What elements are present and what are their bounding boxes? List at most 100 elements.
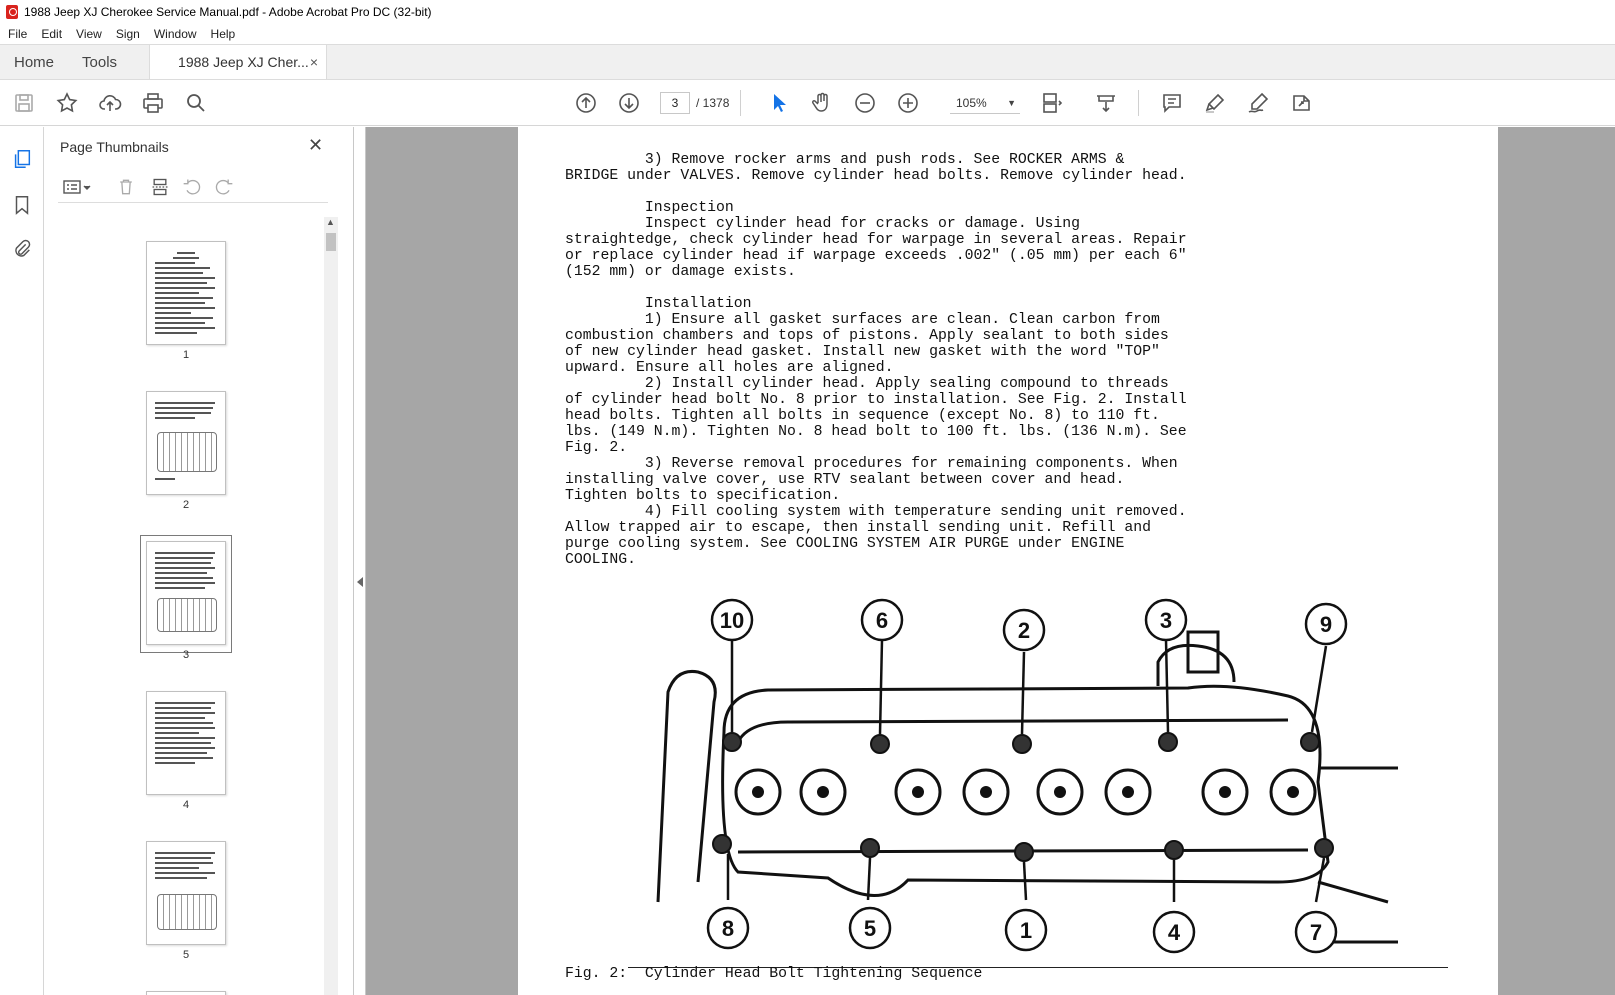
page-number-input[interactable]: 3 [660,92,690,114]
rotate-left-icon[interactable] [180,175,204,199]
text-line: (152 mm) or damage exists. [565,264,796,280]
callout-number: 7 [1310,920,1322,945]
callout-number: 6 [876,608,888,633]
comment-icon[interactable] [1158,89,1186,117]
star-icon[interactable] [53,89,81,117]
chevron-down-icon: ▼ [1007,98,1016,108]
tab-document-label: 1988 Jeep XJ Cher... [178,54,309,70]
tab-home[interactable]: Home [0,45,68,79]
left-navigation-rail [0,127,44,995]
text-line: 1) Ensure all gasket surfaces are clean.… [565,312,1160,328]
toolbar [0,80,1615,126]
page-down-icon[interactable] [615,89,643,117]
text-line: lbs. (149 N.m). Tighten No. 8 head bolt … [565,424,1187,440]
text-line: upward. Ensure all holes are aligned. [565,360,894,376]
share-icon[interactable] [1288,89,1316,117]
insert-page-icon[interactable] [148,175,172,199]
upload-icon[interactable] [96,89,124,117]
sign-icon[interactable] [1244,89,1272,117]
figure-caption: Fig. 2: Cylinder Head Bolt Tightening Se… [565,966,983,982]
callout-number: 8 [722,916,734,941]
attachment-icon[interactable] [10,237,34,261]
page-thumbnail[interactable] [146,241,226,345]
window-title: 1988 Jeep XJ Cherokee Service Manual.pdf… [24,5,432,19]
scrollbar-thumb[interactable] [326,233,336,251]
page-display-icon[interactable] [1038,89,1066,117]
thumbnail-label: 4 [182,799,190,811]
scroll-up-icon[interactable]: ▲ [326,217,335,227]
collapse-arrow-icon [357,577,363,587]
zoom-in-icon[interactable] [894,89,922,117]
tab-document[interactable]: 1988 Jeep XJ Cher... × [149,45,328,79]
toolbar-separator [740,90,741,116]
zoom-select[interactable]: 105% ▼ [950,92,1020,114]
zoom-search-icon[interactable] [182,89,210,117]
text-line: 4) Fill cooling system with temperature … [565,504,1187,520]
text-line: or replace cylinder head if warpage exce… [565,248,1187,264]
text-line: of new cylinder head gasket. Install new… [565,344,1160,360]
page-thumbnail[interactable] [146,991,226,995]
close-tab-icon[interactable]: × [310,54,318,70]
callout-number: 1 [1020,918,1032,943]
callout-number: 10 [720,608,744,633]
text-line: combustion chambers and tops of pistons.… [565,328,1169,344]
menu-sign[interactable]: Sign [116,27,140,41]
cylinder-head-figure: 10 6 2 3 9 8 5 1 4 7 [656,598,1398,954]
text-line: straightedge, check cylinder head for wa… [565,232,1187,248]
tab-bar: Home Tools 1988 Jeep XJ Cher... × [0,44,1615,80]
zoom-out-icon[interactable] [851,89,879,117]
menu-help[interactable]: Help [211,27,236,41]
callout-number: 4 [1168,920,1181,945]
thumbnail-toolbar [58,173,328,203]
text-line: 2) Install cylinder head. Apply sealing … [565,376,1169,392]
text-line: Installation [565,296,752,312]
options-menu-icon[interactable] [60,175,94,199]
print-icon[interactable] [139,89,167,117]
title-bar: 1988 Jeep XJ Cherokee Service Manual.pdf… [0,0,1615,24]
text-line: purge cooling system. See COOLING SYSTEM… [565,536,1125,552]
page-body-text: 3) Remove rocker arms and push rods. See… [565,152,1187,568]
text-line: Allow trapped air to escape, then instal… [565,520,1152,536]
hand-icon[interactable] [808,89,836,117]
document-view[interactable]: 3) Remove rocker arms and push rods. See… [366,127,1615,995]
page-thumbnail[interactable] [146,691,226,795]
text-line: 3) Remove rocker arms and push rods. See… [565,152,1125,168]
callout-number: 9 [1320,612,1332,637]
text-line: installing valve cover, use RTV sealant … [565,472,1125,488]
zoom-value: 105% [956,96,987,110]
page-thumbnail-selected[interactable] [146,541,226,645]
panel-collapse-handle[interactable] [354,127,366,995]
scroll-mode-icon[interactable] [1092,89,1120,117]
thumbnail-label: 5 [182,949,190,961]
text-line [565,280,1187,296]
page-thumbnails-panel: Page Thumbnails ✕ 1 2 3 4 5 ▲ [44,127,354,995]
menu-window[interactable]: Window [154,27,197,41]
close-panel-icon[interactable]: ✕ [308,135,323,156]
highlight-icon[interactable] [1201,89,1229,117]
text-line: Inspect cylinder head for cracks or dama… [565,216,1081,232]
menu-file[interactable]: File [8,27,27,41]
callout-number: 2 [1018,618,1030,643]
bookmark-icon[interactable] [10,193,34,217]
menu-view[interactable]: View [76,27,102,41]
thumbnail-label: 3 [182,649,190,661]
text-line: 3) Reverse removal procedures for remain… [565,456,1178,472]
menu-edit[interactable]: Edit [41,27,62,41]
select-pointer-icon[interactable] [765,89,793,117]
thumbnails-scrollbar[interactable]: ▲ [324,217,338,995]
rotate-right-icon[interactable] [212,175,236,199]
page-thumbnails-icon[interactable] [10,147,34,171]
page-thumbnail[interactable] [146,841,226,945]
text-line: Inspection [565,200,734,216]
callout-number: 5 [864,916,876,941]
text-line: Fig. 2. [565,440,628,456]
text-line: head bolts. Tighten all bolts in sequenc… [565,408,1160,424]
thumbnail-label: 2 [182,499,190,511]
delete-page-icon[interactable] [114,175,138,199]
page-up-icon[interactable] [572,89,600,117]
page-thumbnail[interactable] [146,391,226,495]
panel-title: Page Thumbnails [60,139,169,155]
save-icon[interactable] [10,89,38,117]
text-line: Tighten bolts to specification. [565,488,841,504]
tab-tools[interactable]: Tools [68,45,131,79]
